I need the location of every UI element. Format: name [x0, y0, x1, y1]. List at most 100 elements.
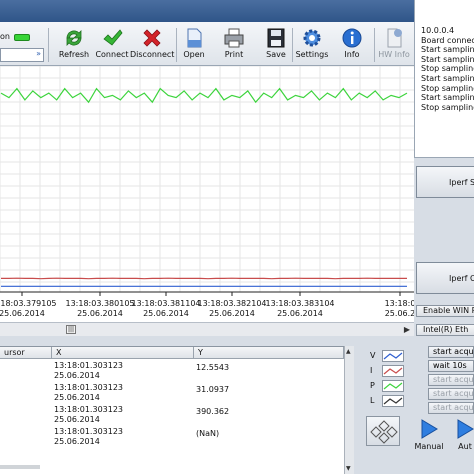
action-start-acquisition-4[interactable]: start acquisit — [428, 402, 474, 414]
x-tick-label-date: 25.06.2014 — [143, 309, 189, 318]
scroll-right-arrow-icon[interactable]: ▶ — [404, 325, 410, 334]
plot-legend: VIPL — [358, 350, 410, 412]
cursor-navigation-button[interactable] — [366, 416, 400, 446]
log-line: Board connecte — [421, 35, 474, 45]
auto-mode-button[interactable]: Aut — [450, 418, 474, 456]
cursor-x-time: 13:18:01.303123 — [54, 427, 124, 436]
cursor-x-date: 25.06.2014 — [54, 393, 100, 402]
connect-label: Connect — [95, 50, 129, 59]
print-button[interactable]: Print — [212, 26, 256, 66]
action-label: start acquisit — [433, 347, 474, 356]
open-label: Open — [183, 50, 205, 59]
action-label: start acquisit — [433, 389, 474, 398]
iperf-client-button[interactable]: Iperf C — [416, 262, 474, 294]
log-line: Start sampling. — [421, 73, 474, 83]
x-tick-label-time: 13:18:03.379105 — [0, 299, 57, 308]
legend-item[interactable]: P — [358, 380, 410, 392]
log-line: Start sampling. — [421, 45, 474, 55]
settings-button[interactable]: Settings — [290, 26, 334, 66]
action-start-acquisition-3[interactable]: start acquisit — [428, 388, 474, 400]
log-line: Stop sampling. — [421, 102, 474, 112]
x-icon — [130, 26, 174, 50]
header-label: ursor — [4, 348, 25, 357]
scroll-thumb[interactable]: ||| — [66, 325, 76, 334]
info-label: Info — [344, 50, 360, 59]
document-icon — [172, 26, 216, 50]
chart-horizontal-scrollbar[interactable]: ||| ▶ — [0, 322, 414, 336]
cursor-table[interactable]: ursor X Y 13:18:01.303123 25.06.2014 12.55… — [0, 346, 352, 474]
x-tick-label-date: 25.06.2 — [385, 309, 414, 318]
x-tick-label-date: 25.06.2014 — [0, 309, 45, 318]
settings-label: Settings — [295, 50, 329, 59]
scroll-down-arrow-icon[interactable]: ▼ — [346, 465, 351, 472]
enable-win-label: Enable WIN P — [423, 306, 474, 315]
legend-name: I — [370, 366, 373, 375]
scroll-up-arrow-icon[interactable]: ▲ — [346, 348, 351, 355]
enable-win-button[interactable]: Enable WIN P — [416, 305, 474, 317]
legend-swatch — [382, 365, 404, 377]
legend-name: P — [370, 381, 375, 390]
header-label: Y — [198, 348, 203, 357]
connection-led-indicator — [14, 34, 30, 41]
legend-item[interactable]: L — [358, 395, 410, 407]
selected-row-highlight — [0, 465, 40, 469]
info-button[interactable]: Info — [330, 26, 374, 66]
legend-name: V — [370, 351, 376, 360]
signal-chart: 13:18:03.37910525.06.201413:18:03.380105… — [0, 66, 414, 318]
column-header-x[interactable]: X — [52, 347, 194, 359]
event-log: 10.0.0.4Board connecteStart sampling.Sta… — [414, 0, 474, 158]
legend-name: L — [370, 396, 375, 405]
printer-icon — [212, 26, 256, 50]
port-combo[interactable]: » — [0, 48, 44, 62]
chevron-down-icon: » — [36, 49, 41, 58]
legend-item[interactable]: I — [358, 365, 410, 377]
series-line-P — [0, 87, 408, 104]
manual-mode-button[interactable]: Manual — [414, 418, 444, 456]
x-tick-label-time: 13:18:03.383104 — [265, 299, 334, 308]
action-label: start acquisit — [433, 375, 474, 384]
x-tick-label-date: 25.06.2014 — [77, 309, 123, 318]
connect-button[interactable]: Connect — [90, 26, 134, 66]
legend-swatch — [382, 380, 404, 392]
network-adapter-select[interactable]: Intel(R) Eth — [416, 324, 474, 336]
play-icon — [421, 419, 438, 439]
print-label: Print — [224, 50, 244, 59]
legend-swatch — [382, 395, 404, 407]
action-start-acquisition-2[interactable]: start acquisit — [428, 374, 474, 386]
cursor-y-value: 31.0937 — [196, 385, 230, 394]
series-line-I — [1, 277, 407, 280]
info-icon — [330, 26, 374, 50]
legend-item[interactable]: V — [358, 350, 410, 362]
cursor-x-time: 13:18:01.303123 — [54, 405, 124, 414]
table-vertical-scrollbar[interactable]: ▲ ▼ — [344, 346, 354, 474]
play-icon — [457, 419, 474, 439]
log-line: Stop sampling. — [421, 64, 474, 74]
auto-mode-label: Aut — [458, 442, 472, 451]
column-header-cursor[interactable]: ursor — [0, 347, 52, 359]
iperf-server-button[interactable]: Iperf S — [416, 166, 474, 198]
x-tick-label-date: 25.06.2014 — [277, 309, 323, 318]
action-start-acquisition-1[interactable]: start acquisit — [428, 346, 474, 358]
x-tick-label-date: 25.06.2014 — [209, 309, 255, 318]
cursor-x-date: 25.06.2014 — [54, 437, 100, 446]
cursor-x-time: 13:18:01.303123 — [54, 361, 124, 370]
open-button[interactable]: Open — [172, 26, 216, 66]
disconnect-button[interactable]: Disconnect — [130, 26, 174, 66]
hw-info-button[interactable]: HW Info — [372, 26, 416, 66]
x-tick-label-time: 13:18:03.380105 — [65, 299, 134, 308]
hw-info-icon — [372, 26, 416, 50]
chart-area[interactable]: 13:18:03.37910525.06.201413:18:03.380105… — [0, 66, 414, 336]
diamond-arrows-icon — [370, 420, 398, 444]
iperf-server-label: Iperf S — [449, 178, 474, 187]
cursor-y-value: 390.362 — [196, 407, 230, 416]
gear-icon — [290, 26, 334, 50]
toolbar-separator — [48, 28, 49, 62]
cursor-x-date: 25.06.2014 — [54, 371, 100, 380]
iperf-client-label: Iperf C — [449, 274, 474, 283]
window-title-bar — [0, 0, 474, 22]
action-wait[interactable]: wait 10s — [428, 360, 474, 372]
action-label: wait 10s — [433, 361, 467, 370]
cursor-y-value: (NaN) — [196, 429, 220, 438]
log-line: Start sampling. — [421, 93, 474, 103]
column-header-y[interactable]: Y — [194, 347, 344, 359]
